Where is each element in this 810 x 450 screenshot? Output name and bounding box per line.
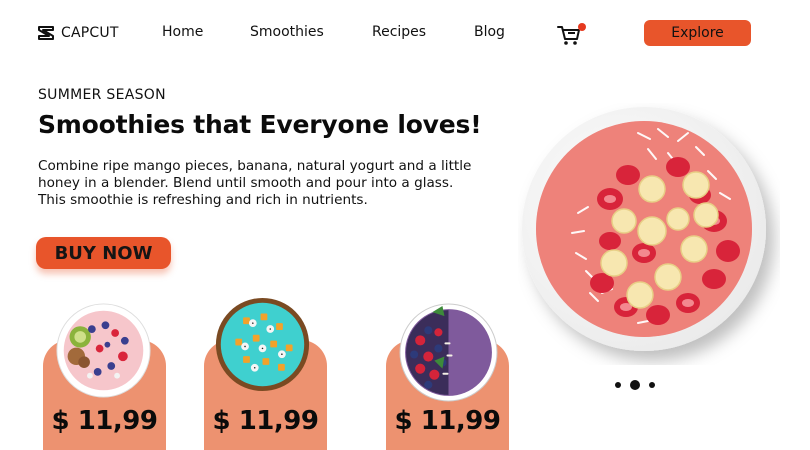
product-price: $ 11,99 xyxy=(51,406,158,436)
hero-kicker: SUMMER SEASON xyxy=(38,87,166,103)
carousel-dot-active[interactable] xyxy=(630,380,640,390)
nav-link-blog[interactable]: Blog xyxy=(474,24,505,40)
strawberry-banana-bowl-image xyxy=(522,107,766,351)
nav-link-recipes[interactable]: Recipes xyxy=(372,24,426,40)
hero-title: Smoothies that Everyone loves! xyxy=(38,110,482,139)
carousel-dot[interactable] xyxy=(615,382,621,388)
purple-acai-berry-bowl-image xyxy=(399,303,498,402)
buy-now-button[interactable]: BUY NOW xyxy=(36,237,171,269)
nav-link-home[interactable]: Home xyxy=(162,24,203,40)
cart-button[interactable] xyxy=(556,21,586,47)
blue-spirulina-mango-bowl-image xyxy=(215,297,310,392)
product-price: $ 11,99 xyxy=(212,406,319,436)
product-price: $ 11,99 xyxy=(394,406,501,436)
explore-button[interactable]: Explore xyxy=(644,20,751,46)
cart-badge xyxy=(578,23,586,31)
pink-berry-granola-bowl-image xyxy=(56,303,151,398)
carousel-dot[interactable] xyxy=(649,382,655,388)
hero-description: Combine ripe mango pieces, banana, natur… xyxy=(38,158,472,208)
carousel-indicator xyxy=(612,378,662,392)
nav-link-smoothies[interactable]: Smoothies xyxy=(250,24,324,40)
